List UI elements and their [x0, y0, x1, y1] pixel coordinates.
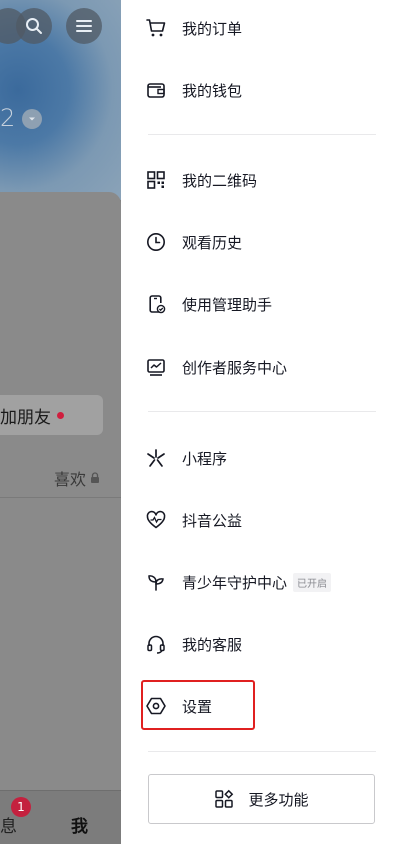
tab-likes[interactable]: 喜欢	[54, 466, 100, 490]
menu-item-label: 小程序	[182, 449, 228, 468]
menu-item-label: 青少年守护中心	[182, 573, 288, 592]
menu-item-charity[interactable]: 抖音公益	[145, 500, 385, 540]
headset-icon	[145, 633, 167, 655]
menu-item-history[interactable]: 观看历史	[145, 222, 385, 262]
more-features-label: 更多功能	[248, 790, 309, 809]
settings-highlight-box	[141, 680, 255, 730]
menu-item-label: 我的钱包	[182, 81, 243, 100]
menu-item-customer-service[interactable]: 我的客服	[145, 624, 385, 664]
menu-item-label: 使用管理助手	[182, 295, 273, 314]
tab-likes-label: 喜欢	[54, 470, 87, 489]
menu-item-label: 我的客服	[182, 635, 243, 654]
menu-item-label: 我的二维码	[182, 171, 258, 190]
menu-item-mini-program[interactable]: 小程序	[145, 438, 385, 478]
menu-icon	[75, 18, 93, 34]
menu-item-qrcode[interactable]: 我的二维码	[145, 160, 385, 200]
menu-item-label: 抖音公益	[182, 511, 243, 530]
chart-icon	[145, 356, 167, 378]
profile-background: 2 加朋友 喜欢 息 1 我	[0, 0, 121, 844]
menu-item-youth-protection[interactable]: 青少年守护中心 已开启	[145, 562, 385, 602]
chevron-down-icon	[22, 109, 42, 129]
status-badge: 已开启	[293, 572, 332, 592]
nav-me[interactable]: 我	[71, 812, 88, 837]
phone-check-icon	[145, 293, 167, 315]
menu-item-label: 观看历史	[182, 233, 243, 252]
menu-item-usage-manager[interactable]: 使用管理助手	[145, 284, 385, 324]
menu-item-orders[interactable]: 我的订单	[145, 8, 385, 48]
menu-item-creator-center[interactable]: 创作者服务中心	[145, 347, 385, 387]
add-friend-button[interactable]: 加朋友	[0, 395, 103, 435]
follow-count-fragment: 2	[0, 104, 16, 132]
section-divider	[148, 751, 376, 752]
heart-icon	[145, 509, 167, 531]
grid-icon	[214, 789, 234, 809]
sprout-icon	[145, 571, 167, 593]
account-dropdown-button[interactable]	[22, 109, 42, 129]
search-button[interactable]	[16, 8, 52, 44]
menu-item-label: 创作者服务中心	[182, 358, 288, 377]
search-icon	[25, 17, 43, 35]
miniprogram-icon	[145, 447, 167, 469]
clock-icon	[145, 231, 167, 253]
section-divider	[148, 134, 376, 135]
cart-icon	[145, 17, 167, 39]
profile-card	[0, 192, 121, 844]
tab-divider	[0, 497, 121, 498]
nav-messages[interactable]: 息	[0, 812, 17, 837]
section-divider	[148, 411, 376, 412]
menu-button[interactable]	[66, 8, 102, 44]
menu-item-label: 我的订单	[182, 19, 243, 38]
notification-dot	[57, 411, 64, 419]
wallet-icon	[145, 79, 167, 101]
add-friend-label: 加朋友	[0, 407, 51, 428]
messages-badge: 1	[11, 797, 31, 817]
more-features-button[interactable]: 更多功能	[148, 774, 375, 824]
qrcode-icon	[145, 169, 167, 191]
lock-icon	[90, 472, 100, 484]
menu-item-wallet[interactable]: 我的钱包	[145, 70, 385, 110]
